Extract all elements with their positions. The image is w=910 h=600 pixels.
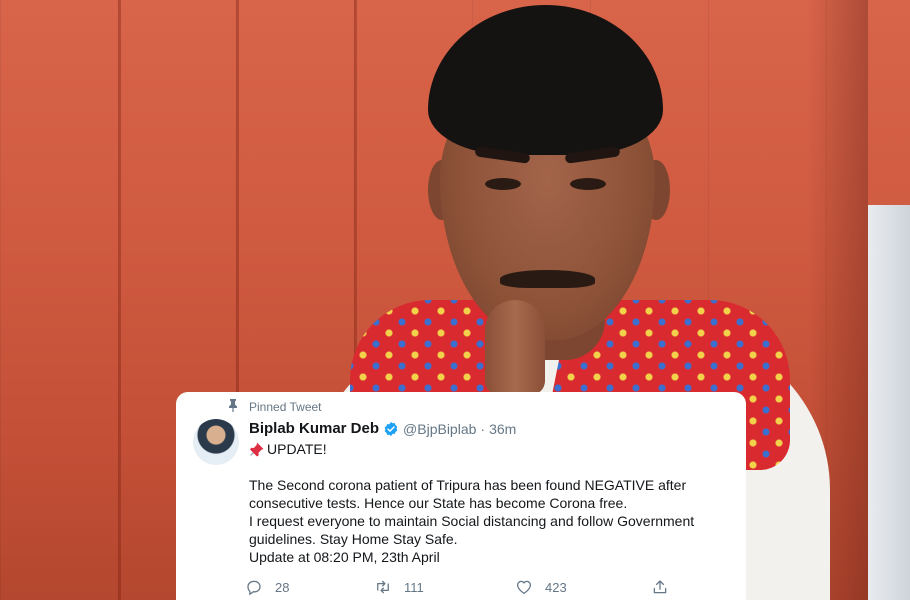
avatar[interactable] — [193, 419, 239, 465]
tweet-paragraph: The Second corona patient of Tripura has… — [249, 476, 734, 566]
tweet-actions: 28 111 423 — [245, 578, 685, 598]
retweet-count: 111 — [404, 579, 424, 595]
heart-icon — [516, 580, 532, 595]
retweet-icon — [377, 580, 389, 594]
reply-icon — [247, 580, 261, 596]
separator-dot: · — [480, 420, 486, 437]
tweet-line: guidelines. Stay Home Stay Safe. — [249, 531, 458, 547]
update-line: UPDATE! — [249, 440, 734, 458]
tweet-card[interactable]: Pinned Tweet Biplab Kumar Deb @BjpBiplab… — [176, 392, 746, 600]
wall-seam — [118, 0, 121, 600]
pinned-label-text: Pinned Tweet — [249, 400, 322, 414]
author-handle[interactable]: @BjpBiplab — [403, 421, 476, 437]
like-count: 423 — [545, 579, 567, 595]
pushpin-emoji-icon — [250, 442, 264, 457]
hair — [428, 5, 663, 155]
white-pillar — [868, 205, 910, 600]
share-button[interactable] — [651, 578, 669, 596]
right-eye — [570, 178, 606, 190]
pinned-tweet-label: Pinned Tweet — [225, 400, 322, 414]
folded-hands — [485, 300, 545, 395]
mustache — [500, 270, 595, 288]
tweet-line: I request everyone to maintain Social di… — [249, 513, 695, 529]
tweet-header: Biplab Kumar Deb @BjpBiplab · 36m — [249, 420, 516, 437]
like-button[interactable]: 423 — [515, 578, 567, 596]
left-eye — [485, 178, 521, 190]
reply-count: 28 — [275, 579, 290, 595]
verified-badge-icon — [384, 421, 398, 436]
update-timestamp: Update at 08:20 PM, 23th April — [249, 549, 440, 565]
tweet-time[interactable]: 36m — [489, 421, 516, 437]
retweet-button[interactable]: 111 — [374, 578, 424, 596]
author-name[interactable]: Biplab Kumar Deb — [249, 420, 379, 437]
share-icon — [653, 580, 667, 594]
reply-button[interactable]: 28 — [245, 578, 289, 596]
tweet-line: The Second corona patient of Tripura has… — [249, 477, 687, 493]
tweet-line: consecutive tests. Hence our State has b… — [249, 495, 628, 511]
update-headline: UPDATE! — [267, 441, 327, 457]
tweet-body: UPDATE! The Second corona patient of Tri… — [249, 440, 734, 566]
